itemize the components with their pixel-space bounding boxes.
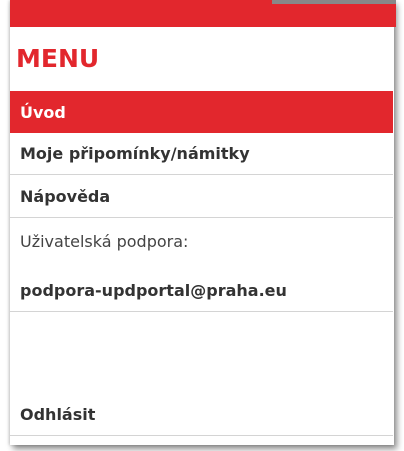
menu-panel: MENU Úvod Moje připomínky/námitky Nápově… <box>10 0 396 445</box>
menu-item-napoveda[interactable]: Nápověda <box>10 176 393 218</box>
support-email-link[interactable]: podpora-updportal@praha.eu <box>10 270 393 312</box>
top-accent-bar <box>10 0 396 27</box>
menu-title: MENU <box>16 44 100 73</box>
support-label: Uživatelská podpora: <box>20 231 189 251</box>
logout-button[interactable]: Odhlásit <box>10 394 393 436</box>
menu-item-uvod[interactable]: Úvod <box>10 91 393 133</box>
top-bar-edge <box>272 0 396 4</box>
menu-item-moje-pripominky[interactable]: Moje připomínky/námitky <box>10 133 393 175</box>
